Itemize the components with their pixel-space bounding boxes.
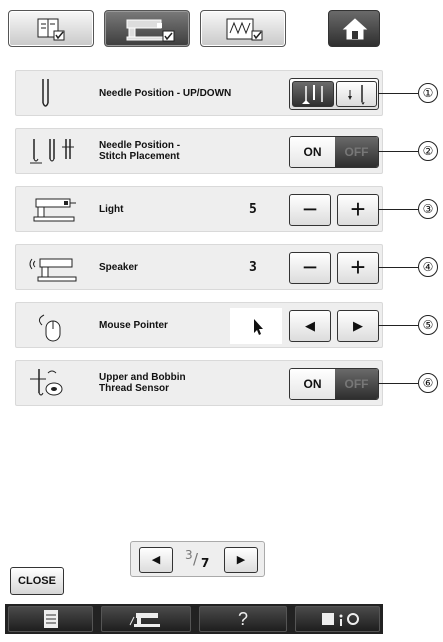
light-row: Light 5 − + [15, 186, 383, 232]
home-icon [342, 18, 368, 40]
toggle-on[interactable]: ON [290, 137, 335, 167]
needle-position-stitch-placement-row: Needle Position - Stitch Placement ON OF… [15, 128, 383, 174]
callout-1: ① [418, 83, 438, 103]
needle-placement-icon [30, 139, 74, 164]
page-total: 7 [201, 556, 210, 570]
callout-line-4 [378, 267, 418, 268]
needle-up-button[interactable] [292, 81, 334, 107]
needle-down-button[interactable] [336, 81, 377, 107]
callout-4: ④ [418, 257, 438, 277]
needle-position-up-down-row: Needle Position - UP/DOWN [15, 70, 383, 116]
document-icon [44, 610, 58, 628]
callout-2: ② [418, 141, 438, 161]
thread-sensor-row: Upper and Bobbin Thread Sensor ON OFF [15, 360, 383, 406]
stitch-placement-toggle[interactable]: ON OFF [289, 136, 379, 168]
settings-embroidery-icon [226, 18, 263, 41]
home-button[interactable] [328, 10, 380, 47]
page-divider: / [193, 550, 199, 568]
callout-6: ⑥ [418, 373, 438, 393]
settings-button[interactable] [295, 606, 380, 632]
speaker-decrease-button[interactable]: − [289, 252, 331, 284]
thread-sensor-icon [30, 369, 63, 396]
mouse-icon [38, 314, 61, 342]
speaker-increase-button[interactable]: + [337, 252, 379, 284]
document-button[interactable] [8, 606, 93, 632]
page-current: 3 [185, 548, 193, 562]
page-navigator: ◀ 3 / 7 ▶ [130, 541, 265, 577]
tab-general-settings[interactable] [8, 10, 94, 47]
callout-line-3 [378, 209, 418, 210]
needle-position-toggle[interactable] [289, 78, 379, 110]
callout-5: ⑤ [418, 315, 438, 335]
speaker-icon [29, 258, 77, 282]
callout-line-1 [378, 93, 418, 94]
help-button[interactable]: ? [199, 606, 287, 632]
speaker-value: 3 [249, 260, 257, 275]
light-increase-button[interactable]: + [337, 194, 379, 226]
sewing-machine-icon [129, 613, 160, 627]
toggle-on[interactable]: ON [290, 369, 335, 399]
machine-button[interactable] [101, 606, 191, 632]
callout-line-6 [378, 383, 418, 384]
bottom-toolbar: ? [5, 604, 383, 634]
needle-position-stitch-placement-label: Needle Position - Stitch Placement [99, 140, 181, 162]
tab-machine-settings[interactable] [104, 10, 190, 47]
toggle-off[interactable]: OFF [335, 137, 378, 167]
page-prev-button[interactable]: ◀ [139, 547, 173, 573]
light-value: 5 [249, 202, 257, 217]
settings-screen: Needle Position - UP/DOWN Needle Positio… [0, 0, 443, 642]
needle-up-icon [302, 85, 323, 104]
light-label: Light [99, 204, 124, 215]
needle-up-down-icon [42, 79, 49, 107]
callout-line-2 [378, 151, 418, 152]
needle-position-up-down-label: Needle Position - UP/DOWN [99, 88, 232, 99]
settings-info-icon [322, 613, 359, 626]
mouse-pointer-label: Mouse Pointer [99, 320, 168, 331]
settings-general-icon [37, 18, 65, 41]
page-next-button[interactable]: ▶ [224, 547, 258, 573]
mouse-pointer-row: Mouse Pointer ◀ ▶ [15, 302, 383, 348]
speaker-label: Speaker [99, 262, 138, 273]
pointer-next-button[interactable]: ▶ [337, 310, 379, 342]
settings-machine-icon [126, 19, 175, 42]
thread-sensor-label: Upper and Bobbin Thread Sensor [99, 372, 186, 394]
needle-down-icon [348, 85, 365, 105]
speaker-row: Speaker 3 − + [15, 244, 383, 290]
toggle-off[interactable]: OFF [335, 369, 378, 399]
tab-embroidery-settings[interactable] [200, 10, 286, 47]
callout-3: ③ [418, 199, 438, 219]
light-decrease-button[interactable]: − [289, 194, 331, 226]
close-button[interactable]: CLOSE [10, 567, 64, 595]
page-indicator: 3 / 7 [179, 548, 219, 570]
cursor-arrow-icon [254, 319, 263, 335]
pointer-prev-button[interactable]: ◀ [289, 310, 331, 342]
callout-line-5 [378, 325, 418, 326]
thread-sensor-toggle[interactable]: ON OFF [289, 368, 379, 400]
machine-light-icon [33, 198, 76, 222]
pointer-preview [230, 308, 282, 344]
